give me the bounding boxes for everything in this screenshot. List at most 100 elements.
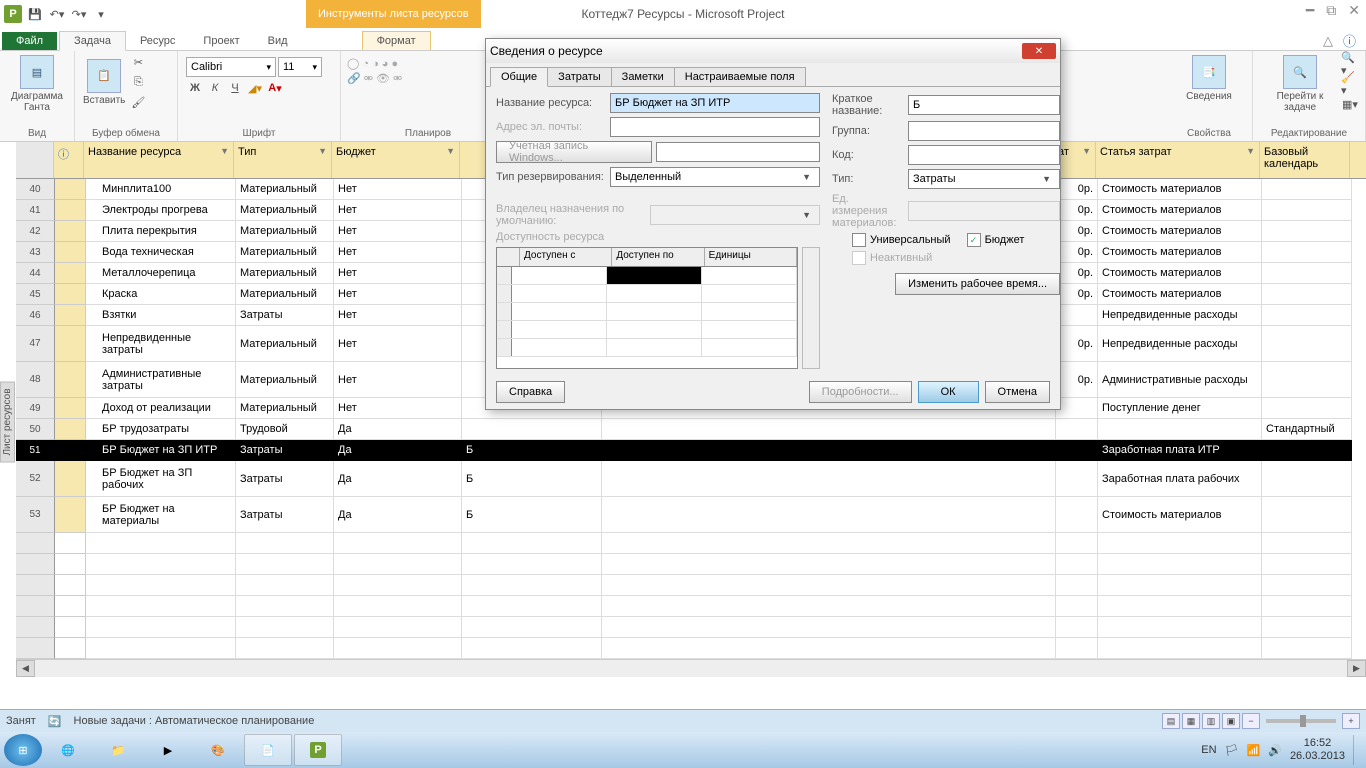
chk-universal[interactable]: Универсальный	[852, 233, 951, 247]
taskbar-word-icon[interactable]: 📄	[244, 734, 292, 766]
chk-budget[interactable]: ✓Бюджет	[967, 233, 1025, 247]
col-name[interactable]: Название ресурса▼	[84, 142, 234, 178]
cell-cal[interactable]	[1262, 200, 1352, 221]
cell-item[interactable]: Заработная плата ИТР	[1098, 440, 1262, 461]
cell-cost[interactable]	[1056, 461, 1098, 497]
restore-icon[interactable]: ⧉	[1326, 2, 1336, 19]
bold-button[interactable]: Ж	[186, 79, 204, 97]
chevron-down-icon[interactable]: ▼	[1246, 146, 1255, 156]
change-time-button[interactable]: Изменить рабочее время...	[895, 273, 1060, 295]
ribbon-minimize-icon[interactable]: △	[1323, 33, 1333, 49]
cell-cost[interactable]	[1056, 398, 1098, 419]
col-budget[interactable]: Бюджет▼	[332, 142, 460, 178]
start-button[interactable]: ⊞	[4, 734, 42, 766]
cell-type[interactable]: Затраты	[236, 497, 334, 533]
cell-item[interactable]: Стоимость материалов	[1098, 179, 1262, 200]
cell-item[interactable]: Стоимость материалов	[1098, 242, 1262, 263]
cell-short[interactable]: Б	[462, 497, 602, 533]
tray-volume-icon[interactable]: 🔊	[1268, 744, 1282, 757]
zoom-slider[interactable]	[1266, 719, 1336, 723]
cell-cost[interactable]: 0р.	[1056, 179, 1098, 200]
cell-short[interactable]: Б	[462, 440, 602, 461]
cell-name[interactable]: Краска	[86, 284, 236, 305]
dlg-tab-custom[interactable]: Настраиваемые поля	[674, 67, 806, 87]
cell-name[interactable]: БР трудозатраты	[86, 419, 236, 440]
cell-budget[interactable]: Нет	[334, 200, 462, 221]
row-number[interactable]: 52	[16, 461, 55, 497]
input-email[interactable]	[610, 117, 820, 137]
col-units[interactable]: Единицы	[705, 248, 797, 266]
input-resname[interactable]	[610, 93, 820, 113]
input-code[interactable]	[908, 145, 1060, 165]
cell-type[interactable]: Материальный	[236, 398, 334, 419]
cell-type[interactable]: Материальный	[236, 200, 334, 221]
tab-resource[interactable]: Ресурс	[126, 32, 189, 50]
input-shortname[interactable]	[908, 95, 1060, 115]
cell-budget[interactable]: Нет	[334, 221, 462, 242]
cell-cal[interactable]	[1262, 398, 1352, 419]
fill-color-button[interactable]: ◢▾	[246, 79, 264, 97]
empty-row[interactable]	[16, 596, 1366, 617]
cell-item[interactable]: Непредвиденные расходы	[1098, 305, 1262, 326]
cell-cost[interactable]: 0р.	[1056, 263, 1098, 284]
cell-name[interactable]: БР Бюджет на ЗП ИТР	[86, 440, 236, 461]
view-gantt-icon[interactable]: ▤	[1162, 713, 1180, 729]
cell-budget[interactable]: Да	[334, 419, 462, 440]
font-size-combo[interactable]: 11▾	[278, 57, 322, 77]
row-number[interactable]: 50	[16, 419, 55, 440]
cell-type[interactable]: Затраты	[236, 461, 334, 497]
minimize-icon[interactable]: ━	[1306, 2, 1314, 19]
empty-row[interactable]	[16, 533, 1366, 554]
cell-budget[interactable]: Нет	[334, 179, 462, 200]
table-row[interactable]: 53БР Бюджет на материалыЗатратыДаБСтоимо…	[16, 497, 1366, 533]
row-number[interactable]: 48	[16, 362, 55, 398]
copy-icon[interactable]: ⎘	[129, 73, 147, 91]
cell-name[interactable]: Непредвиденные затраты	[86, 326, 236, 362]
cell-type[interactable]: Материальный	[236, 263, 334, 284]
undo-icon[interactable]: ↶▾	[48, 5, 66, 23]
status-newtasks[interactable]: Новые задачи : Автоматическое планирован…	[74, 715, 315, 727]
cell-cost[interactable]	[1056, 497, 1098, 533]
tab-format[interactable]: Формат	[362, 31, 431, 50]
font-color-button[interactable]: А▾	[266, 79, 284, 97]
table-row[interactable]: 51БР Бюджет на ЗП ИТРЗатратыДаБЗаработна…	[16, 440, 1366, 461]
tray-clock[interactable]: 16:5226.03.2013	[1290, 737, 1345, 763]
row-info[interactable]	[55, 305, 86, 326]
cell-cost[interactable]: 0р.	[1056, 221, 1098, 242]
row-info[interactable]	[55, 461, 86, 497]
row-info[interactable]	[55, 179, 86, 200]
cell-empty[interactable]	[602, 461, 1056, 497]
dialog-titlebar[interactable]: Сведения о ресурсе ✕	[486, 39, 1060, 63]
tray-network-icon[interactable]: 📶	[1247, 744, 1261, 757]
row-number[interactable]: 51	[16, 440, 55, 461]
cell-name[interactable]: БР Бюджет на материалы	[86, 497, 236, 533]
cell-short[interactable]: Б	[462, 461, 602, 497]
availability-table[interactable]: Доступен с Доступен по Единицы	[496, 247, 798, 369]
cell-cost[interactable]: 0р.	[1056, 326, 1098, 362]
redo-icon[interactable]: ↷▾	[70, 5, 88, 23]
avail-scrollbar[interactable]	[802, 247, 820, 369]
row-number[interactable]: 43	[16, 242, 55, 263]
tab-view[interactable]: Вид	[254, 32, 302, 50]
cell-budget[interactable]: Нет	[334, 284, 462, 305]
empty-row[interactable]	[16, 575, 1366, 596]
taskbar-project-icon[interactable]: P	[294, 734, 342, 766]
row-number[interactable]: 44	[16, 263, 55, 284]
details-button[interactable]: Подробности...	[809, 381, 912, 403]
cell-item[interactable]: Стоимость материалов	[1098, 263, 1262, 284]
cell-type[interactable]: Материальный	[236, 326, 334, 362]
italic-button[interactable]: К	[206, 79, 224, 97]
row-number[interactable]: 41	[16, 200, 55, 221]
row-number[interactable]: 53	[16, 497, 55, 533]
row-info[interactable]	[55, 242, 86, 263]
col-type[interactable]: Тип▼	[234, 142, 332, 178]
goto-task-button[interactable]: 🔍 Перейти к задаче	[1259, 53, 1341, 115]
cell-cal[interactable]	[1262, 242, 1352, 263]
scroll-right-icon[interactable]: ▶	[1347, 660, 1366, 677]
cell-cal[interactable]	[1262, 305, 1352, 326]
cell-cost[interactable]	[1056, 305, 1098, 326]
cell-budget[interactable]: Нет	[334, 398, 462, 419]
cell-cost[interactable]: 0р.	[1056, 242, 1098, 263]
tab-project[interactable]: Проект	[189, 32, 253, 50]
scroll-left-icon[interactable]: ◀	[16, 660, 35, 677]
